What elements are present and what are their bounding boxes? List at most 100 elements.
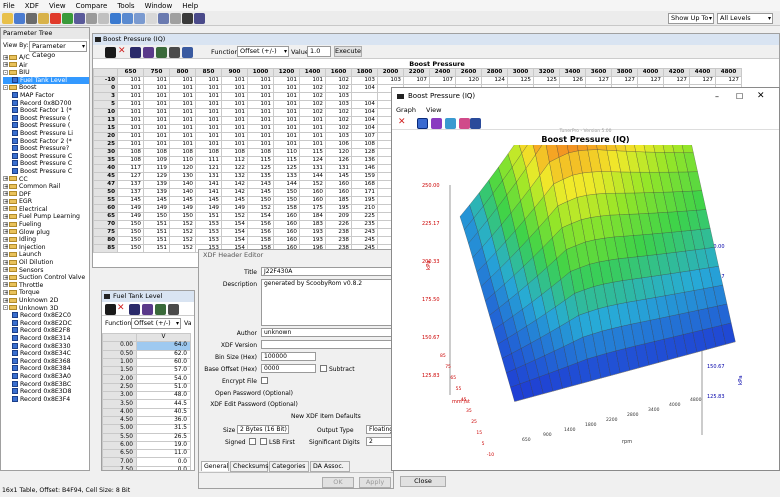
grid-cell[interactable]: 117 — [117, 164, 144, 173]
menu-compare[interactable]: Compare — [76, 2, 108, 10]
row-header[interactable]: 1.50 — [102, 366, 137, 376]
graph-icon[interactable] — [143, 47, 154, 58]
grid-cell[interactable]: 195 — [325, 204, 352, 213]
expander-icon[interactable]: - — [3, 84, 8, 90]
row-header[interactable]: 10 — [93, 108, 118, 117]
grid-cell[interactable]: 101 — [273, 140, 300, 149]
expander-icon[interactable]: + — [3, 282, 8, 288]
column-header[interactable]: 2800 — [481, 68, 508, 77]
grid-cell[interactable]: 101 — [117, 100, 144, 109]
reset-icon[interactable] — [470, 118, 481, 129]
tree-item[interactable]: + Fueling — [3, 221, 89, 229]
tab-general[interactable]: General — [201, 461, 229, 471]
copy-icon[interactable] — [86, 12, 97, 24]
grid-cell[interactable]: 101 — [273, 116, 300, 125]
row-header[interactable]: 40 — [93, 164, 118, 173]
grid-cell[interactable]: 101 — [299, 140, 326, 149]
tree-item[interactable]: + Glow plug — [3, 229, 89, 237]
close-icon[interactable]: ✕ — [757, 88, 765, 105]
tree-item[interactable]: + Sensors — [3, 267, 89, 275]
move-icon[interactable] — [417, 118, 428, 129]
grid-cell[interactable]: 102 — [299, 84, 326, 93]
expander-icon[interactable]: + — [3, 251, 8, 257]
encrypt-file-checkbox[interactable] — [261, 377, 268, 384]
grid-cell[interactable]: 101 — [273, 84, 300, 93]
grid-cell[interactable]: 110 — [169, 156, 196, 165]
tree-item[interactable]: - Boost — [3, 84, 89, 92]
edit-icon[interactable] — [169, 47, 180, 58]
column-header[interactable]: 900 — [221, 68, 248, 77]
apply-button[interactable]: Apply — [359, 477, 391, 488]
column-header[interactable]: 750 — [143, 68, 170, 77]
zoom-icon[interactable] — [170, 12, 181, 24]
grid-cell[interactable]: 101 — [195, 132, 222, 141]
tree-item[interactable]: MAP Factor — [3, 91, 89, 100]
tree-item[interactable]: + Suction Control Valve — [3, 274, 89, 282]
grid-cell[interactable]: 108 — [221, 148, 248, 157]
grid-cell[interactable]: 126 — [325, 156, 352, 165]
tree-item[interactable]: Record 0x8E3D8 — [3, 388, 89, 396]
expander-icon[interactable]: + — [3, 244, 8, 250]
expander-icon[interactable]: + — [3, 62, 8, 68]
grid-cell[interactable]: 140 — [169, 188, 196, 197]
close-red-icon[interactable]: ✕ — [117, 303, 125, 313]
tree-item[interactable]: + Throttle — [3, 282, 89, 290]
grid-cell[interactable]: 145 — [169, 196, 196, 205]
expander-icon[interactable]: - — [3, 69, 8, 75]
grid-cell[interactable]: 101 — [117, 76, 144, 85]
grid-cell[interactable]: 101 — [273, 124, 300, 133]
column-header[interactable]: 2400 — [429, 68, 456, 77]
tree-item[interactable]: Record 0x8E3A0 — [3, 372, 89, 381]
expander-icon[interactable]: + — [3, 213, 8, 219]
expander-icon[interactable]: + — [3, 54, 8, 60]
grid-cell[interactable]: 109 — [143, 156, 170, 165]
grid-cell[interactable]: 101 — [117, 116, 144, 125]
grid-cell[interactable]: 153 — [195, 236, 222, 245]
grid-cell[interactable]: 112 — [221, 156, 248, 165]
grid-cell[interactable]: 104 — [351, 124, 378, 133]
column-header[interactable]: 3000 — [507, 68, 534, 77]
row-header[interactable]: 2.50 — [102, 382, 137, 393]
grid-cell[interactable]: 129 — [143, 172, 170, 181]
grid-cell[interactable]: 103 — [351, 76, 378, 85]
grid-cell[interactable]: 151 — [195, 212, 222, 221]
grid-cell[interactable]: 210 — [351, 204, 378, 213]
expander-icon[interactable]: + — [3, 229, 8, 235]
view-icon[interactable] — [130, 47, 141, 58]
row-header[interactable]: 6.00 — [102, 440, 137, 451]
grid-cell[interactable]: 19.0 — [136, 440, 191, 451]
column-header[interactable]: 1200 — [273, 68, 300, 77]
grid-cell[interactable]: 160 — [325, 188, 352, 197]
menu-window[interactable]: Window — [145, 2, 173, 10]
grid-cell[interactable]: 146 — [351, 164, 378, 173]
row-header[interactable]: -10 — [93, 76, 118, 85]
grid-cell[interactable]: 101 — [273, 108, 300, 117]
grid-cell[interactable]: 107 — [403, 76, 430, 85]
column-header[interactable]: 4200 — [663, 68, 690, 77]
tree-item[interactable]: Boost Pressure C — [3, 160, 89, 168]
grid-cell[interactable]: 127 — [715, 76, 742, 85]
row-header[interactable]: 85 — [93, 244, 118, 253]
grid-cell[interactable]: 131 — [325, 164, 352, 173]
row-header[interactable]: 65 — [93, 212, 118, 221]
row-header[interactable]: 4.50 — [102, 415, 137, 426]
column-header[interactable]: 1600 — [325, 68, 352, 77]
grid-cell[interactable]: 145 — [325, 172, 352, 181]
save-icon[interactable] — [14, 12, 25, 24]
row-header[interactable]: 55 — [93, 196, 118, 205]
grid-cell[interactable]: 101 — [195, 100, 222, 109]
grid-cell[interactable]: 193 — [299, 228, 326, 237]
grid-cell[interactable]: 102 — [325, 116, 352, 125]
base-offset-field[interactable]: 0000 — [261, 364, 316, 373]
grid-cell[interactable]: 160 — [325, 180, 352, 189]
grid-cell[interactable]: 103 — [377, 76, 404, 85]
column-header[interactable]: 3800 — [611, 68, 638, 77]
refresh-icon[interactable] — [62, 12, 73, 24]
grid-cell[interactable]: 150 — [117, 244, 144, 253]
row-header[interactable]: 0.00 — [102, 341, 137, 351]
chip-icon[interactable] — [158, 12, 169, 24]
grid-cell[interactable]: 104 — [351, 116, 378, 125]
grid-cell[interactable]: 101 — [247, 100, 274, 109]
grid-cell[interactable]: 102 — [325, 124, 352, 133]
grid-cell[interactable]: 101 — [247, 76, 274, 85]
